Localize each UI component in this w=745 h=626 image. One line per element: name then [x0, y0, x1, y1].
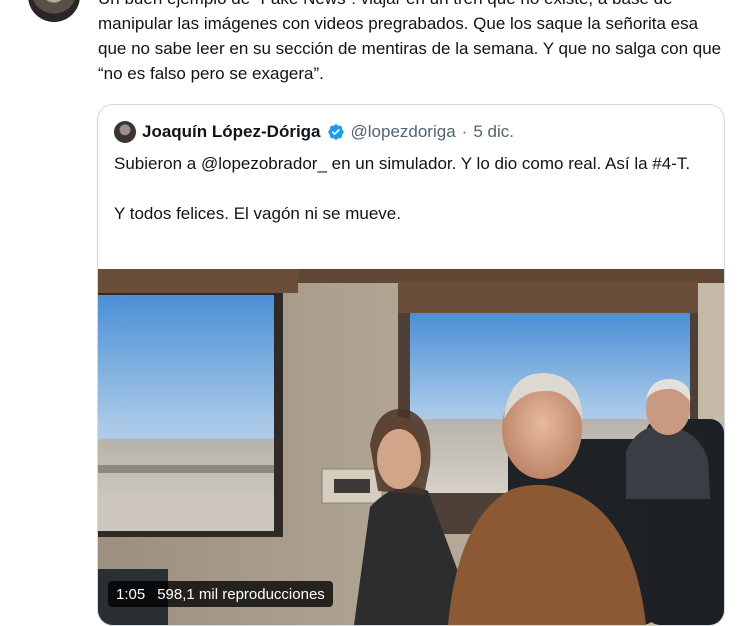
separator-dot: · [461, 122, 468, 141]
quoted-author-name[interactable]: Joaquín López-Dóriga [142, 122, 321, 142]
quoted-tweet-text: Subieron a @lopezobrador_ en un simulado… [114, 154, 691, 223]
quoted-author-handle[interactable]: @lopezdoriga [351, 122, 456, 142]
video-info-badge: 1:05 598,1 mil reproducciones [108, 581, 333, 607]
quoted-tweet-date[interactable]: 5 dic. [473, 122, 514, 142]
quoted-tweet[interactable]: Joaquín López-Dóriga @lopezdoriga · 5 di… [97, 104, 725, 626]
quoted-author-avatar[interactable] [114, 121, 136, 143]
quoted-tweet-header: Joaquín López-Dóriga @lopezdoriga · 5 di… [114, 119, 514, 145]
tweet-text: Un buen ejemplo de “Fake News”: viajar e… [98, 0, 722, 83]
video-view-count: 598,1 mil reproducciones [157, 585, 325, 603]
video-frame [98, 269, 724, 625]
author-avatar[interactable] [28, 0, 80, 22]
video-player[interactable]: 1:05 598,1 mil reproducciones [98, 269, 724, 625]
verified-badge-icon [327, 124, 344, 140]
video-duration: 1:05 [116, 585, 146, 603]
